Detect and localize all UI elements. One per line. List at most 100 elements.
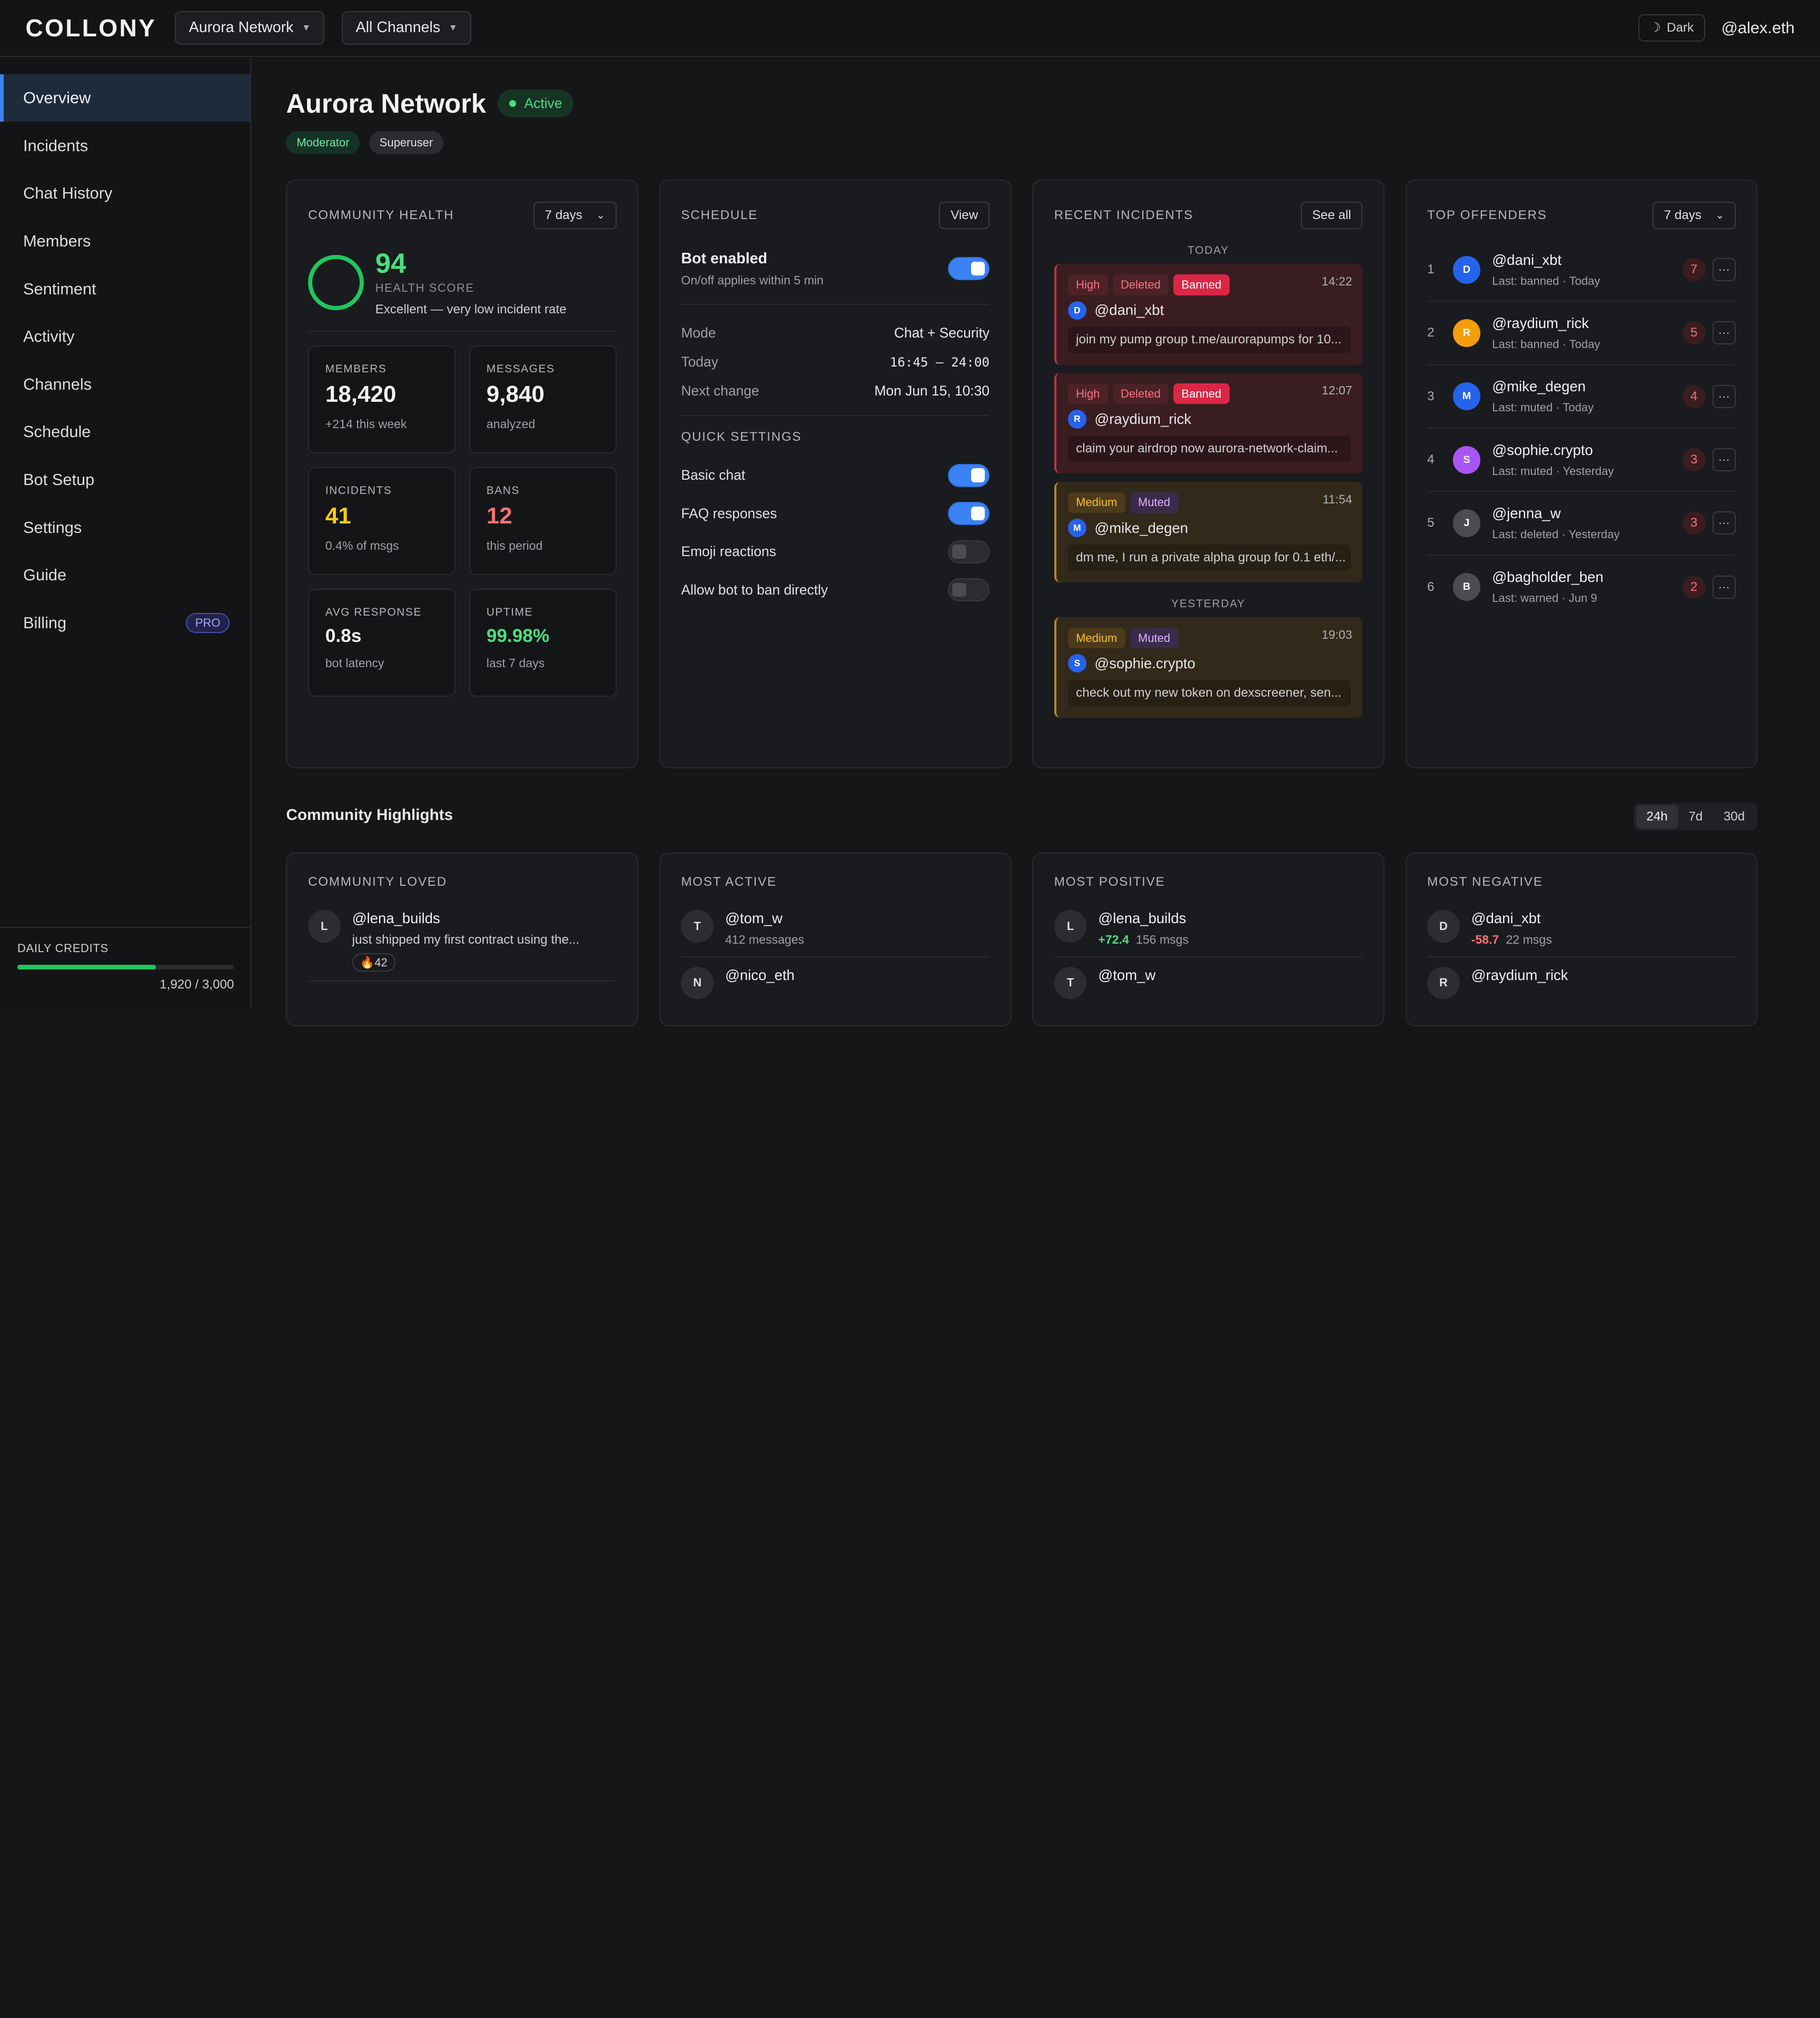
sidebar-item-members[interactable]: Members (0, 217, 250, 265)
highlight-item[interactable]: R @raydium_rick (1427, 966, 1736, 1000)
faq-responses-toggle[interactable] (947, 502, 990, 526)
app-logo[interactable]: COLLONY (25, 14, 156, 42)
stat-value: 41 (325, 503, 351, 529)
stat-uptime: UPTIME 99.98% last 7 days (469, 589, 617, 697)
severity-badge: High (1067, 274, 1108, 295)
highlight-item[interactable]: T @tom_w (1054, 966, 1363, 1000)
sidebar-item-chat-history[interactable]: Chat History (0, 170, 250, 217)
schedule-card: SCHEDULE View Bot enabled On/off applies w… (659, 180, 1012, 768)
caret-down-icon: ▼ (448, 22, 458, 33)
offender-last: Last: muted · Today (1492, 401, 1594, 414)
more-icon[interactable]: ··· (1712, 448, 1736, 472)
allow-ban-toggle[interactable] (947, 578, 990, 602)
action-badge: Muted (1130, 492, 1179, 513)
sidebar-item-label: Members (23, 231, 91, 250)
range-30d-button[interactable]: 30d (1713, 805, 1755, 828)
most-active-card: MOST ACTIVE T @tom_w 412 messages N @nico_… (659, 853, 1012, 1027)
avatar: M (1452, 382, 1481, 411)
reaction-badge: 🔥42 (352, 953, 395, 972)
offender-last: Last: banned · Today (1492, 337, 1600, 351)
quick-settings-title: QUICK SETTINGS (681, 430, 802, 444)
incident-item[interactable]: Medium Muted 11:54 M @mike_degen dm me, I … (1054, 481, 1363, 583)
more-icon[interactable]: ··· (1712, 511, 1736, 535)
sidebar-item-settings[interactable]: Settings (0, 503, 250, 551)
bot-enabled-toggle[interactable] (947, 257, 990, 281)
sidebar-item-label: Activity (23, 327, 75, 346)
incident-message: claim your airdrop now aurora-network-cl… (1067, 435, 1351, 462)
sidebar-item-billing[interactable]: Billing PRO (0, 599, 250, 647)
theme-toggle-button[interactable]: ☽ Dark (1638, 14, 1705, 42)
sidebar-item-channels[interactable]: Channels (0, 361, 250, 409)
offender-row[interactable]: 6 B @bagholder_ben Last: warned · Jun 9 2 ··· (1427, 556, 1736, 619)
highlight-item[interactable]: N @nico_eth (681, 966, 990, 1000)
highlight-item[interactable]: T @tom_w 412 messages (681, 910, 990, 957)
sidebar-item-incidents[interactable]: Incidents (0, 122, 250, 170)
pro-badge: PRO (186, 612, 230, 634)
incident-item[interactable]: High Deleted Banned 14:22 D @dani_xbt join … (1054, 264, 1363, 365)
channels-dropdown[interactable]: All Channels ▼ (342, 11, 472, 45)
workspace-dropdown[interactable]: Aurora Network ▼ (175, 11, 325, 45)
sidebar-item-sentiment[interactable]: Sentiment (0, 265, 250, 313)
stat-label: INCIDENTS (325, 484, 392, 497)
see-all-button[interactable]: See all (1300, 201, 1363, 230)
highlight-name: @lena_builds (352, 910, 440, 927)
quick-setting-label: Emoji reactions (681, 543, 776, 560)
avatar: L (308, 910, 341, 943)
sidebar-item-guide[interactable]: Guide (0, 551, 250, 599)
incident-user: @raydium_rick (1094, 410, 1192, 427)
quick-setting-label: Allow bot to ban directly (681, 581, 828, 598)
daily-credits: DAILY CREDITS 1,920 / 3,000 (0, 927, 252, 1008)
avatar: D (1067, 301, 1086, 320)
health-score-block: 94 HEALTH SCORE Excellent — very low inc… (308, 250, 617, 332)
incident-user: @mike_degen (1094, 519, 1189, 536)
incident-time: 19:03 (1321, 627, 1352, 641)
range-24h-button[interactable]: 24h (1636, 805, 1678, 828)
offender-rank: 1 (1427, 262, 1435, 277)
offender-row[interactable]: 1 D @dani_xbt Last: banned · Today 7 ··· (1427, 239, 1736, 302)
highlights-range-segmented: 24h 7d 30d (1634, 803, 1758, 831)
incident-item[interactable]: Medium Muted 19:03 S @sophie.crypto check … (1054, 617, 1363, 718)
sidebar-item-activity[interactable]: Activity (0, 313, 250, 361)
sidebar-item-label: Guide (23, 566, 67, 585)
offender-row[interactable]: 3 M @mike_degen Last: muted · Today 4 ··· (1427, 365, 1736, 429)
emoji-reactions-toggle[interactable] (947, 540, 990, 563)
offenders-list: 1 D @dani_xbt Last: banned · Today 7 ··· 2 R @r… (1427, 239, 1736, 619)
stat-messages: MESSAGES 9,840 analyzed (469, 345, 617, 453)
user-menu[interactable]: @alex.eth (1722, 18, 1795, 37)
community-loved-card: COMMUNITY LOVED L @lena_builds just shipp… (286, 853, 639, 1027)
stat-sub: bot latency (325, 656, 384, 670)
sidebar-item-bot-setup[interactable]: Bot Setup (0, 456, 250, 504)
day-label-yesterday: YESTERDAY (1171, 597, 1245, 610)
offenders-range-select[interactable]: 7 days ⌄ (1652, 201, 1736, 230)
highlight-item[interactable]: L @lena_builds just shipped my first cont… (308, 910, 617, 982)
credits-value: 1,920 / 3,000 (160, 977, 234, 992)
avatar: B (1452, 573, 1481, 601)
sidebar-item-schedule[interactable]: Schedule (0, 408, 250, 456)
schedule-view-button[interactable]: View (939, 201, 990, 230)
avatar: J (1452, 509, 1481, 537)
basic-chat-toggle[interactable] (947, 463, 990, 487)
highlight-item[interactable]: L @lena_builds +72.4 156 msgs (1054, 910, 1363, 957)
mode-row: Mode Chat + Security (681, 319, 990, 348)
highlight-name: @dani_xbt (1471, 910, 1541, 927)
highlight-item[interactable]: D @dani_xbt -58.7 22 msgs (1427, 910, 1736, 957)
recent-incidents-card: RECENT INCIDENTS See all TODAY High Delete… (1032, 180, 1384, 768)
range-7d-button[interactable]: 7d (1678, 805, 1714, 828)
next-change-value: Mon Jun 15, 10:30 (874, 383, 990, 399)
health-range-select[interactable]: 7 days ⌄ (533, 201, 617, 230)
more-icon[interactable]: ··· (1712, 258, 1736, 282)
highlight-sub: 412 messages (725, 933, 805, 947)
card-title: MOST POSITIVE (1054, 874, 1165, 889)
incident-item[interactable]: High Deleted Banned 12:07 R @raydium_rick c… (1054, 372, 1363, 474)
page-header: Aurora Network Active (286, 88, 574, 119)
credits-label: DAILY CREDITS (17, 942, 108, 955)
offender-row[interactable]: 4 S @sophie.crypto Last: muted · Yesterday 3… (1427, 429, 1736, 492)
more-icon[interactable]: ··· (1712, 575, 1736, 599)
chevron-down-icon: ⌄ (596, 209, 605, 221)
more-icon[interactable]: ··· (1712, 321, 1736, 345)
caret-down-icon: ▼ (301, 22, 311, 33)
offender-row[interactable]: 5 J @jenna_w Last: deleted · Yesterday 3 ··· (1427, 492, 1736, 556)
more-icon[interactable]: ··· (1712, 384, 1736, 408)
sidebar-item-overview[interactable]: Overview (0, 74, 251, 122)
offender-row[interactable]: 2 R @raydium_rick Last: banned · Today 5 ··· (1427, 302, 1736, 365)
